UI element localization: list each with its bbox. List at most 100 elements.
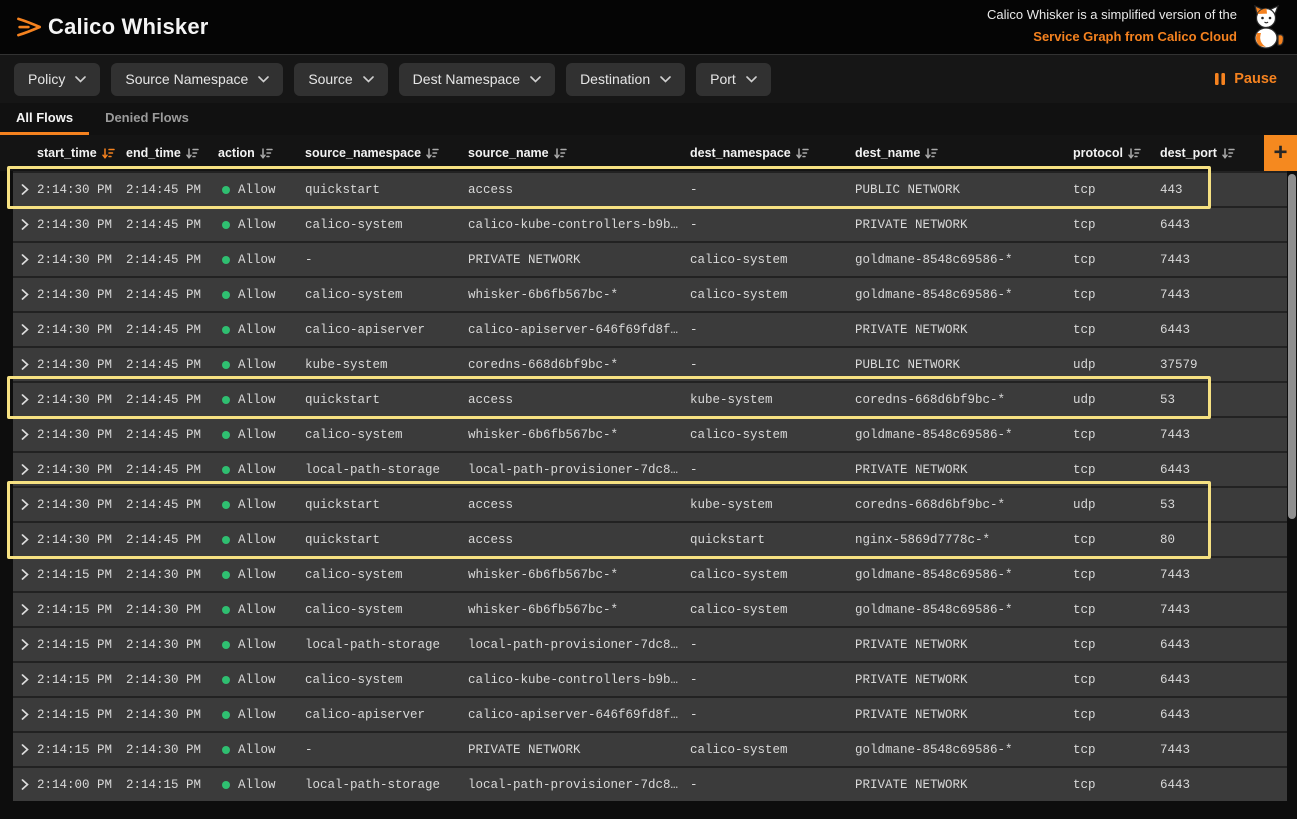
column-header-source-name[interactable]: source_name bbox=[468, 146, 690, 160]
cell-source-name: local-path-provisioner-7dc8… bbox=[468, 638, 690, 652]
table-row[interactable]: 2:14:30 PM 2:14:45 PM Allow calico-syste… bbox=[13, 206, 1287, 241]
table-row[interactable]: 2:14:30 PM 2:14:45 PM Allow quickstart a… bbox=[13, 381, 1287, 416]
allow-status-dot bbox=[222, 641, 230, 649]
filter-source-namespace[interactable]: Source Namespace bbox=[111, 63, 283, 96]
chevron-down-icon bbox=[746, 76, 757, 83]
table-row[interactable]: 2:14:30 PM 2:14:45 PM Allow quickstart a… bbox=[13, 521, 1287, 556]
table-row[interactable]: 2:14:15 PM 2:14:30 PM Allow calico-syste… bbox=[13, 661, 1287, 696]
cell-protocol: tcp bbox=[1073, 638, 1160, 652]
cell-dest-port: 6443 bbox=[1160, 708, 1287, 722]
cell-dest-name: goldmane-8548c69586-* bbox=[855, 568, 1073, 582]
table-row[interactable]: 2:14:30 PM 2:14:45 PM Allow quickstart a… bbox=[13, 171, 1287, 206]
filter-label: Policy bbox=[28, 71, 65, 87]
table-row[interactable]: 2:14:30 PM 2:14:45 PM Allow calico-apise… bbox=[13, 311, 1287, 346]
expand-chevron-icon[interactable] bbox=[13, 219, 37, 230]
cell-start-time: 2:14:30 PM bbox=[37, 533, 126, 547]
cell-end-time: 2:14:30 PM bbox=[126, 673, 218, 687]
allow-status-dot bbox=[222, 431, 230, 439]
expand-chevron-icon[interactable] bbox=[13, 499, 37, 510]
table-row[interactable]: 2:14:30 PM 2:14:45 PM Allow kube-system … bbox=[13, 346, 1287, 381]
cell-protocol: udp bbox=[1073, 393, 1160, 407]
filter-bar: Policy Source Namespace Source Dest Namespa… bbox=[0, 55, 1297, 103]
filter-destination[interactable]: Destination bbox=[566, 63, 685, 96]
table-row[interactable]: 2:14:00 PM 2:14:15 PM Allow local-path-s… bbox=[13, 766, 1287, 801]
expand-chevron-icon[interactable] bbox=[13, 464, 37, 475]
cell-protocol: tcp bbox=[1073, 603, 1160, 617]
cell-protocol: tcp bbox=[1073, 463, 1160, 477]
column-label: dest_name bbox=[855, 146, 920, 160]
cell-dest-port: 6443 bbox=[1160, 463, 1287, 477]
cell-dest-namespace: kube-system bbox=[690, 393, 855, 407]
cell-source-name: PRIVATE NETWORK bbox=[468, 743, 690, 757]
expand-chevron-icon[interactable] bbox=[13, 709, 37, 720]
expand-chevron-icon[interactable] bbox=[13, 184, 37, 195]
expand-chevron-icon[interactable] bbox=[13, 604, 37, 615]
filter-label: Source Namespace bbox=[125, 71, 248, 87]
cell-source-name: calico-kube-controllers-b9b… bbox=[468, 218, 690, 232]
table-row[interactable]: 2:14:30 PM 2:14:45 PM Allow calico-syste… bbox=[13, 276, 1287, 311]
cell-dest-namespace: - bbox=[690, 323, 855, 337]
allow-status-dot bbox=[222, 221, 230, 229]
sort-icon bbox=[1222, 148, 1235, 159]
column-header-dest-name[interactable]: dest_name bbox=[855, 146, 1073, 160]
cell-source-namespace: calico-apiserver bbox=[305, 708, 468, 722]
cell-source-name: whisker-6b6fb567bc-* bbox=[468, 288, 690, 302]
cell-start-time: 2:14:15 PM bbox=[37, 568, 126, 582]
filter-policy[interactable]: Policy bbox=[14, 63, 100, 96]
cell-end-time: 2:14:30 PM bbox=[126, 708, 218, 722]
column-header-end-time[interactable]: end_time bbox=[126, 146, 218, 160]
cell-source-namespace: calico-system bbox=[305, 288, 468, 302]
table-row[interactable]: 2:14:15 PM 2:14:30 PM Allow calico-apise… bbox=[13, 696, 1287, 731]
table-row[interactable]: 2:14:30 PM 2:14:45 PM Allow quickstart a… bbox=[13, 486, 1287, 521]
column-header-start-time[interactable]: start_time bbox=[37, 146, 126, 160]
cell-source-namespace: local-path-storage bbox=[305, 778, 468, 792]
table-row[interactable]: 2:14:15 PM 2:14:30 PM Allow local-path-s… bbox=[13, 626, 1287, 661]
cell-source-namespace: - bbox=[305, 253, 468, 267]
expand-chevron-icon[interactable] bbox=[13, 429, 37, 440]
expand-chevron-icon[interactable] bbox=[13, 254, 37, 265]
cell-source-name: local-path-provisioner-7dc8… bbox=[468, 463, 690, 477]
allow-status-dot bbox=[222, 781, 230, 789]
expand-chevron-icon[interactable] bbox=[13, 289, 37, 300]
cell-start-time: 2:14:15 PM bbox=[37, 743, 126, 757]
add-filter-button[interactable]: + bbox=[1264, 135, 1297, 171]
table-row[interactable]: 2:14:30 PM 2:14:45 PM Allow calico-syste… bbox=[13, 416, 1287, 451]
cell-dest-port: 7443 bbox=[1160, 743, 1287, 757]
cell-end-time: 2:14:30 PM bbox=[126, 568, 218, 582]
allow-status-dot bbox=[222, 326, 230, 334]
expand-chevron-icon[interactable] bbox=[13, 534, 37, 545]
expand-chevron-icon[interactable] bbox=[13, 744, 37, 755]
tab-denied-flows[interactable]: Denied Flows bbox=[89, 103, 205, 135]
filter-dest-namespace[interactable]: Dest Namespace bbox=[399, 63, 555, 96]
column-header-dest-namespace[interactable]: dest_namespace bbox=[690, 146, 855, 160]
expand-chevron-icon[interactable] bbox=[13, 324, 37, 335]
expand-chevron-icon[interactable] bbox=[13, 639, 37, 650]
filter-source[interactable]: Source bbox=[294, 63, 387, 96]
pause-button[interactable]: Pause bbox=[1214, 71, 1277, 87]
column-header-protocol[interactable]: protocol bbox=[1073, 146, 1160, 160]
cell-dest-namespace: - bbox=[690, 358, 855, 372]
cell-source-name: whisker-6b6fb567bc-* bbox=[468, 603, 690, 617]
tab-all-flows[interactable]: All Flows bbox=[0, 103, 89, 135]
expand-chevron-icon[interactable] bbox=[13, 359, 37, 370]
table-row[interactable]: 2:14:30 PM 2:14:45 PM Allow local-path-s… bbox=[13, 451, 1287, 486]
table-row[interactable]: 2:14:15 PM 2:14:30 PM Allow - PRIVATE NE… bbox=[13, 731, 1287, 766]
expand-chevron-icon[interactable] bbox=[13, 569, 37, 580]
table-row[interactable]: 2:14:30 PM 2:14:45 PM Allow - PRIVATE NE… bbox=[13, 241, 1287, 276]
flows-tabs: All FlowsDenied Flows bbox=[0, 103, 1297, 135]
expand-chevron-icon[interactable] bbox=[13, 674, 37, 685]
cell-start-time: 2:14:30 PM bbox=[37, 428, 126, 442]
cell-action: Allow bbox=[218, 743, 305, 757]
expand-chevron-icon[interactable] bbox=[13, 394, 37, 405]
expand-chevron-icon[interactable] bbox=[13, 779, 37, 790]
table-row[interactable]: 2:14:15 PM 2:14:30 PM Allow calico-syste… bbox=[13, 556, 1287, 591]
service-graph-link[interactable]: Service Graph from Calico Cloud bbox=[1033, 29, 1237, 44]
column-header-action[interactable]: action bbox=[218, 146, 305, 160]
filter-port[interactable]: Port bbox=[696, 63, 771, 96]
table-row[interactable]: 2:14:15 PM 2:14:30 PM Allow calico-syste… bbox=[13, 591, 1287, 626]
sort-icon bbox=[186, 148, 199, 159]
vertical-scrollbar[interactable] bbox=[1288, 174, 1296, 519]
column-header-source-namespace[interactable]: source_namespace bbox=[305, 146, 468, 160]
cell-dest-name: PRIVATE NETWORK bbox=[855, 778, 1073, 792]
cell-source-name: calico-kube-controllers-b9b… bbox=[468, 673, 690, 687]
